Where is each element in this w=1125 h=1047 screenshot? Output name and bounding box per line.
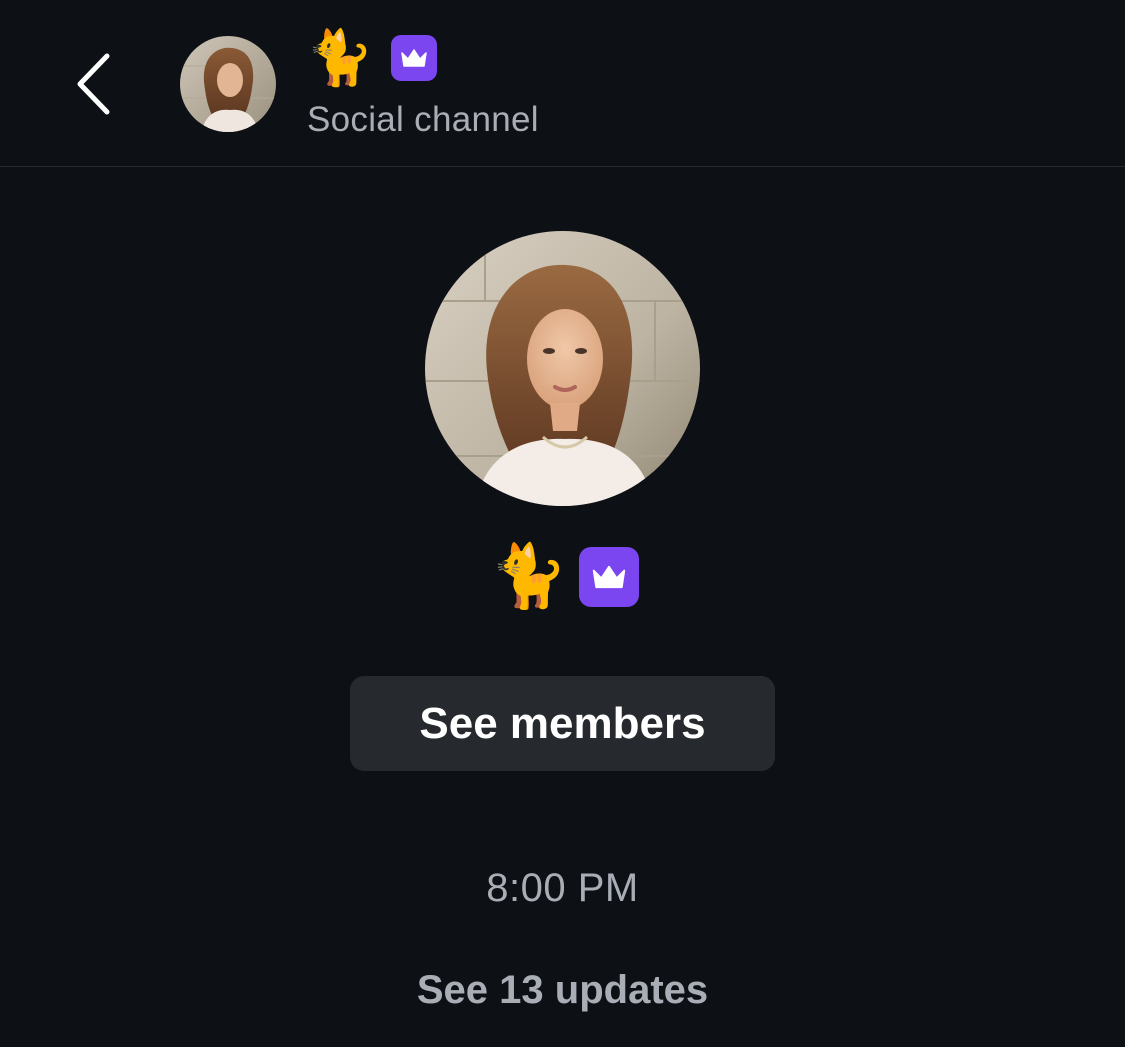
cat-emoji: 🐈: [306, 28, 374, 88]
avatar-photo: [425, 231, 700, 506]
channel-screen: 🐈 Social channel 🐈 See members 8:00 PM S…: [0, 0, 1125, 1047]
back-button[interactable]: [62, 46, 126, 122]
crown-icon: [391, 35, 438, 81]
header-channel-name: 🐈: [306, 28, 438, 88]
profile-channel-name: 🐈: [490, 542, 640, 611]
channel-header: 🐈 Social channel: [0, 0, 1125, 167]
profile-avatar[interactable]: [425, 231, 700, 506]
chevron-left-icon: [77, 53, 110, 115]
see-updates-link[interactable]: See 13 updates: [0, 968, 1125, 1013]
cat-emoji: 🐈: [490, 542, 568, 611]
see-members-button[interactable]: See members: [350, 676, 775, 771]
channel-subtitle: Social channel: [307, 100, 539, 139]
avatar-photo: [180, 36, 276, 132]
header-avatar[interactable]: [180, 36, 276, 132]
crown-icon: [579, 547, 640, 607]
message-timestamp: 8:00 PM: [486, 866, 639, 910]
